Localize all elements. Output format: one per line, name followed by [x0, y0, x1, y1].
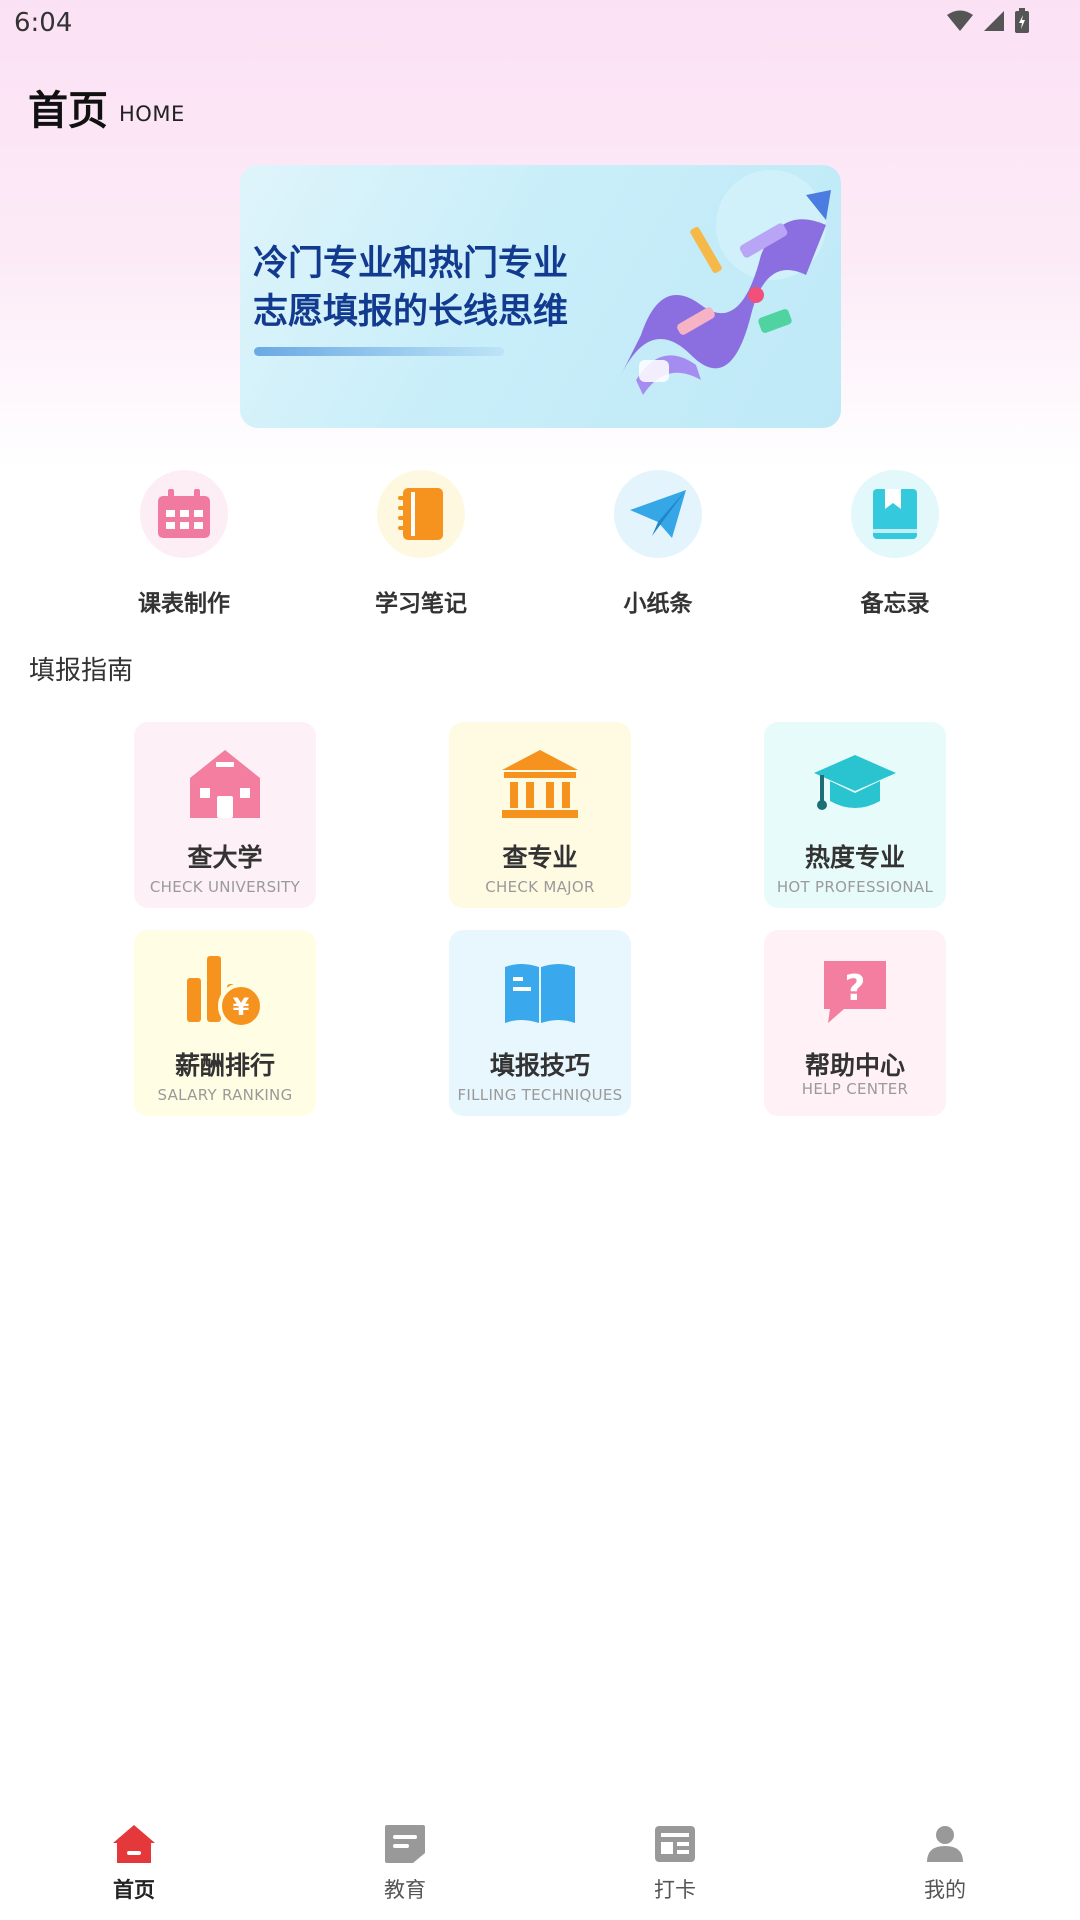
nav-item-home[interactable]: 首页	[64, 1822, 204, 1904]
institution-columns-icon	[502, 750, 578, 818]
card-title: 热度专业	[804, 843, 905, 872]
nav-icon-wrap	[921, 1822, 969, 1866]
card-title: 薪酬排行	[174, 1051, 275, 1080]
nav-icon-wrap	[381, 1822, 429, 1866]
status-icons	[946, 8, 1030, 34]
card-title: 查专业	[502, 843, 578, 872]
nav-icon-wrap	[110, 1822, 158, 1866]
nav-label: 首页	[113, 1878, 155, 1902]
page-subtitle: HOME	[119, 102, 185, 126]
quick-icon-wrap	[377, 470, 465, 558]
card-icon-wrap	[449, 744, 631, 824]
nav-item-profile[interactable]: 我的	[875, 1822, 1015, 1904]
nav-label: 我的	[924, 1878, 966, 1902]
banner-line-1: 冷门专业和热门专业	[253, 244, 569, 284]
banner-headline: 冷门专业和热门专业 志愿填报的长线思维	[253, 240, 633, 336]
banner-line-2: 志愿填报的长线思维	[253, 292, 569, 332]
education-doc-icon	[385, 1825, 425, 1863]
card-salary-ranking[interactable]: ¥ 薪酬排行 SALARY RANKING	[134, 930, 316, 1116]
card-subtitle: HOT PROFESSIONAL	[776, 878, 934, 896]
quick-action-notes[interactable]: 学习笔记	[331, 470, 511, 618]
card-check-university[interactable]: 查大学 CHECK UNIVERSITY	[134, 722, 316, 908]
notebook-icon	[398, 488, 443, 540]
card-help-center[interactable]: ? 帮助中心 HELP CENTER	[764, 930, 946, 1116]
quick-action-label: 学习笔记	[375, 591, 467, 617]
quick-action-label: 小纸条	[623, 591, 693, 617]
checkin-board-icon	[655, 1826, 695, 1862]
nav-label: 教育	[384, 1878, 426, 1902]
card-subtitle: HELP CENTER	[801, 1080, 909, 1098]
quick-action-memo[interactable]: 备忘录	[805, 470, 985, 618]
nav-label: 打卡	[654, 1878, 696, 1902]
card-subtitle: CHECK UNIVERSITY	[149, 878, 301, 896]
page-title: 首页	[28, 88, 108, 134]
card-title: 查大学	[187, 843, 263, 872]
card-subtitle: CHECK MAJOR	[485, 878, 595, 896]
card-icon-wrap	[134, 744, 316, 824]
quick-action-label: 备忘录	[860, 591, 930, 617]
card-subtitle: FILLING TECHNIQUES	[457, 1086, 623, 1104]
quick-action-paper-note[interactable]: 小纸条	[568, 470, 748, 618]
card-hot-professional[interactable]: 热度专业 HOT PROFESSIONAL	[764, 722, 946, 908]
card-filling-techniques[interactable]: 填报技巧 FILLING TECHNIQUES	[449, 930, 631, 1116]
paper-plane-icon	[630, 490, 686, 538]
card-icon-wrap	[449, 952, 631, 1032]
quick-action-label: 课表制作	[138, 591, 230, 617]
wifi-icon	[947, 10, 973, 31]
card-check-major[interactable]: 查专业 CHECK MAJOR	[449, 722, 631, 908]
graduation-cap-icon	[814, 755, 896, 810]
calendar-icon	[158, 489, 210, 538]
banner-decor-line	[254, 347, 504, 356]
svg-text:?: ?	[845, 968, 866, 1009]
home-screen: 6:04 首页 HOME 冷门专业和热门专业 志愿填报的长线思维 课表制作 学习…	[0, 0, 1080, 1920]
bottom-nav: 首页 教育 打卡 我的	[0, 1808, 1080, 1920]
card-icon-wrap	[764, 744, 946, 824]
card-icon-wrap: ?	[764, 952, 946, 1032]
status-bar: 6:04	[0, 0, 1080, 44]
home-icon	[113, 1825, 155, 1863]
quick-icon-wrap	[614, 470, 702, 558]
nav-item-education[interactable]: 教育	[335, 1822, 475, 1904]
quick-icon-wrap	[851, 470, 939, 558]
quick-actions: 课表制作 学习笔记 小纸条 备忘录	[0, 470, 1080, 620]
signal-icon	[984, 11, 1004, 31]
section-title-guide: 填报指南	[29, 656, 134, 686]
bookmark-book-icon	[873, 489, 917, 539]
salary-chart-icon: ¥	[187, 956, 264, 1029]
quick-icon-wrap	[140, 470, 228, 558]
open-book-icon	[505, 964, 575, 1023]
card-title: 帮助中心	[804, 1051, 905, 1080]
promo-banner[interactable]: 冷门专业和热门专业 志愿填报的长线思维	[240, 165, 841, 428]
card-icon-wrap: ¥	[134, 952, 316, 1032]
svg-text:¥: ¥	[233, 993, 250, 1021]
university-building-icon	[190, 750, 260, 818]
nav-icon-wrap	[651, 1822, 699, 1866]
profile-person-icon	[927, 1826, 963, 1862]
card-title: 填报技巧	[489, 1051, 590, 1080]
banner-illustration-icon	[621, 170, 831, 395]
status-time: 6:04	[14, 8, 73, 38]
help-question-icon: ?	[824, 961, 886, 1023]
quick-action-schedule[interactable]: 课表制作	[94, 470, 274, 618]
card-subtitle: SALARY RANKING	[157, 1086, 293, 1104]
battery-icon	[1015, 8, 1029, 33]
nav-item-checkin[interactable]: 打卡	[605, 1822, 745, 1904]
